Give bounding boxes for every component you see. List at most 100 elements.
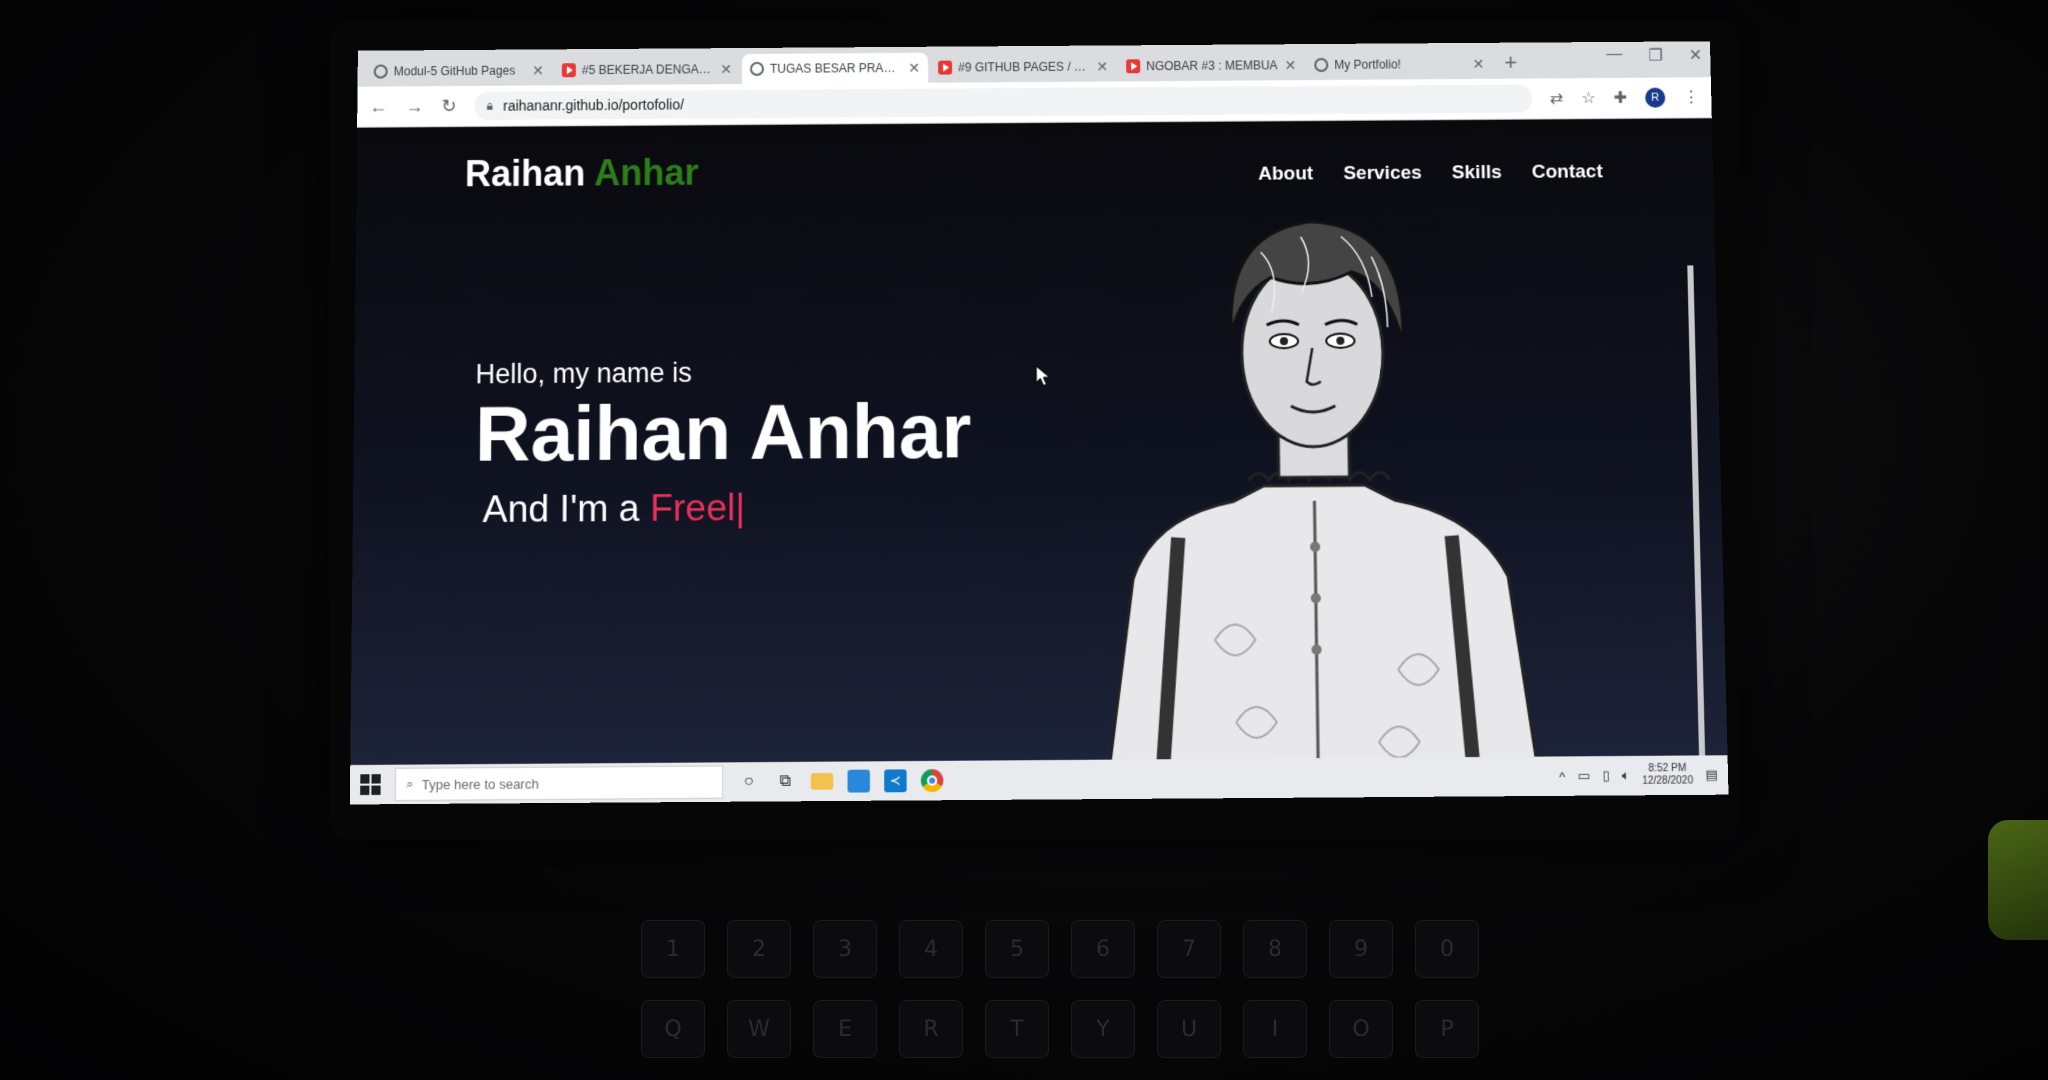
notification-icon[interactable]: ▤ <box>1705 767 1718 784</box>
close-icon[interactable]: ✕ <box>1284 57 1296 74</box>
portfolio-page: Raihan Anhar About Services Skills Conta… <box>350 118 1728 766</box>
battery-icon[interactable]: ▯ <box>1602 767 1610 784</box>
extensions-puzzle-icon[interactable]: ✚ <box>1614 88 1628 108</box>
browser-tab-active[interactable]: TUGAS BESAR PRAKTIK ✕ <box>741 52 929 85</box>
portrait-illustration <box>1059 210 1594 766</box>
globe-icon <box>749 61 764 76</box>
menu-kebab-icon[interactable]: ⋮ <box>1683 87 1700 107</box>
clock-time: 8:52 PM <box>1648 762 1687 775</box>
new-tab-button[interactable]: + <box>1504 49 1517 79</box>
network-icon[interactable]: ▭ <box>1577 768 1590 785</box>
taskbar-search-placeholder: Type here to search <box>421 775 539 793</box>
key: P <box>1415 1000 1479 1058</box>
nav-about[interactable]: About <box>1258 163 1313 186</box>
browser-tab[interactable]: #9 GITHUB PAGES / NG ✕ <box>930 51 1116 82</box>
key: 0 <box>1415 920 1479 978</box>
page-edge-highlight <box>1687 265 1706 757</box>
bookmark-star-icon[interactable]: ☆ <box>1581 88 1596 108</box>
youtube-icon <box>561 63 576 78</box>
globe-icon <box>373 64 388 79</box>
key: Q <box>641 1000 705 1058</box>
browser-tab[interactable]: NGOBAR #3 : MEMBUA ✕ <box>1118 50 1304 81</box>
hero-role: And I'm a Freel| <box>482 485 971 531</box>
key: 5 <box>985 920 1049 978</box>
key: 8 <box>1243 920 1307 978</box>
key: O <box>1329 1000 1393 1058</box>
key: T <box>985 1000 1049 1058</box>
tab-title: #9 GITHUB PAGES / NG <box>958 59 1091 75</box>
windows-start-icon[interactable] <box>360 774 381 796</box>
forward-arrow-icon[interactable]: → <box>405 96 423 117</box>
key: 6 <box>1071 920 1135 978</box>
key: 7 <box>1157 920 1221 978</box>
chevron-up-icon[interactable]: ^ <box>1559 768 1566 784</box>
laptop-keyboard: 1 2 3 4 5 6 7 8 9 0 Q W E R T Y U I O P <box>380 880 1740 1080</box>
back-arrow-icon[interactable]: ← <box>369 96 387 117</box>
translate-icon[interactable]: ⇄ <box>1550 88 1564 108</box>
close-window-icon[interactable]: ✕ <box>1689 45 1703 65</box>
typed-role-text: Freel <box>649 486 736 530</box>
globe-icon <box>1314 57 1329 73</box>
task-view-icon[interactable]: ⧉ <box>774 770 796 793</box>
site-nav: About Services Skills Contact <box>1258 161 1603 186</box>
typing-caret: | <box>735 486 746 529</box>
browser-tab[interactable]: #5 BEKERJA DENGAN G ✕ <box>554 54 740 85</box>
close-icon[interactable]: ✕ <box>532 62 544 79</box>
clock-date: 12/28/2020 <box>1642 775 1694 787</box>
key: 9 <box>1329 920 1393 978</box>
key: 4 <box>899 920 963 978</box>
mouse-cursor-icon <box>1035 365 1051 387</box>
tab-title: NGOBAR #3 : MEMBUA <box>1146 58 1278 74</box>
key: R <box>899 1000 963 1058</box>
nav-skills[interactable]: Skills <box>1452 162 1502 184</box>
key: 3 <box>813 920 877 978</box>
youtube-icon <box>938 60 953 75</box>
laptop-screen: Modul-5 GitHub Pages ✕ #5 BEKERJA DENGAN… <box>349 41 1729 805</box>
nav-contact[interactable]: Contact <box>1532 161 1603 184</box>
reload-icon[interactable]: ↻ <box>441 96 456 117</box>
close-icon[interactable]: ✕ <box>908 59 920 76</box>
hero-name: Raihan Anhar <box>474 388 972 479</box>
letter-key-row: Q W E R T Y U I O P <box>380 1000 1740 1058</box>
restore-icon[interactable]: ❐ <box>1648 46 1663 66</box>
browser-tab[interactable]: Modul-5 GitHub Pages ✕ <box>366 55 552 86</box>
taskbar-search[interactable]: ⌕ Type here to search <box>394 765 724 802</box>
close-icon[interactable]: ✕ <box>1472 55 1484 72</box>
key: Y <box>1071 1000 1135 1058</box>
youtube-icon <box>1126 59 1141 74</box>
cortana-icon[interactable]: ○ <box>737 770 759 793</box>
lock-icon: 🔒︎ <box>486 98 494 113</box>
hero-section: Hello, my name is Raihan Anhar And I'm a… <box>474 356 972 532</box>
nav-services[interactable]: Services <box>1343 163 1422 186</box>
mail-icon[interactable] <box>847 769 870 793</box>
site-logo[interactable]: Raihan Anhar <box>465 151 699 195</box>
toolbar-icons: ⇄ ☆ ✚ R ⋮ <box>1550 87 1700 108</box>
hero-greeting: Hello, my name is <box>475 357 692 390</box>
tab-title: My Portfolio! <box>1334 57 1402 72</box>
browser-tab[interactable]: My Portfolio! ✕ <box>1306 49 1493 80</box>
close-icon[interactable]: ✕ <box>720 61 732 78</box>
number-key-row: 1 2 3 4 5 6 7 8 9 0 <box>380 920 1740 978</box>
file-explorer-icon[interactable] <box>810 773 834 790</box>
url-text: raihananr.github.io/portofolio/ <box>503 96 684 114</box>
close-icon[interactable]: ✕ <box>1096 58 1108 75</box>
volume-icon[interactable]: 🔈︎ <box>1622 767 1630 784</box>
system-tray: ^ ▭ ▯ 🔈︎ 8:52 PM 12/28/2020 ▤ <box>1559 763 1718 789</box>
chrome-icon[interactable] <box>920 769 944 793</box>
logo-last-name: Anhar <box>594 151 699 194</box>
key: I <box>1243 1000 1307 1058</box>
tab-title: Modul-5 GitHub Pages <box>393 63 516 79</box>
desk-object <box>1988 820 2048 940</box>
profile-avatar[interactable]: R <box>1644 87 1666 108</box>
tab-title: #5 BEKERJA DENGAN G <box>581 62 715 78</box>
window-controls: — ❐ ✕ <box>1606 45 1702 66</box>
minimize-icon[interactable]: — <box>1606 46 1622 66</box>
hero-role-prefix: And I'm a <box>482 487 640 531</box>
key: U <box>1157 1000 1221 1058</box>
vscode-icon[interactable]: ≺ <box>884 769 907 793</box>
taskbar-clock[interactable]: 8:52 PM 12/28/2020 <box>1642 763 1694 788</box>
search-icon: ⌕ <box>406 775 414 792</box>
address-bar[interactable]: 🔒︎ raihananr.github.io/portofolio/ <box>474 84 1533 120</box>
tab-title: TUGAS BESAR PRAKTIK <box>769 60 903 76</box>
key: E <box>813 1000 877 1058</box>
